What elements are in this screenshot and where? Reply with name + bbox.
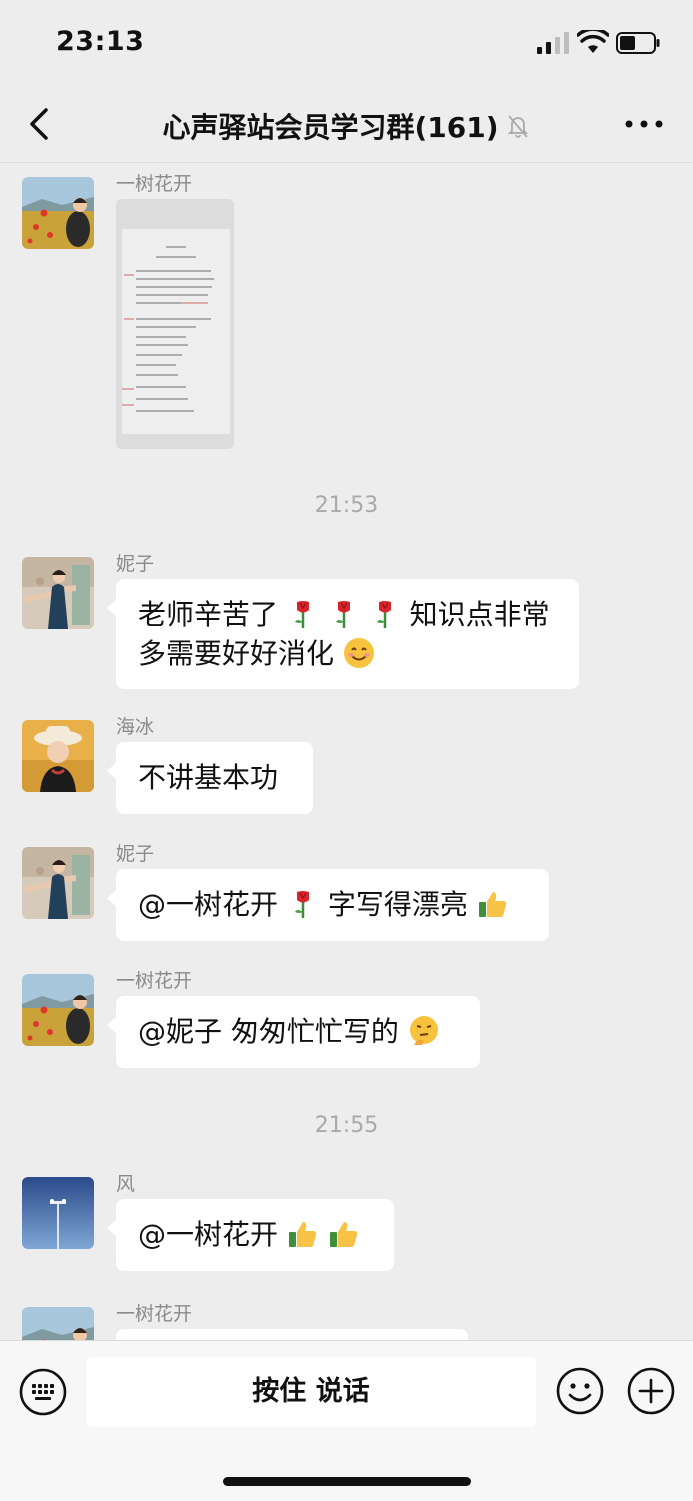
timestamp-divider: 21:53 xyxy=(314,493,379,518)
chat-title: 心声驿站会员学习群(161) xyxy=(162,111,499,144)
hold-to-talk-button[interactable]: 按住 说话 xyxy=(86,1357,536,1427)
mention-text: @一树花开 xyxy=(138,888,287,921)
chat-header: 心声驿站会员学习群(161) xyxy=(0,90,693,163)
avatar[interactable] xyxy=(22,847,94,919)
avatar[interactable] xyxy=(22,1307,94,1340)
sender-name: 海冰 xyxy=(116,716,155,738)
battery-icon xyxy=(616,32,660,54)
thumbs-up-icon xyxy=(478,892,506,917)
sender-name: 风 xyxy=(116,1173,136,1195)
plus-circle-icon[interactable] xyxy=(626,1366,676,1416)
message-text: 字写得漂亮 xyxy=(327,888,468,921)
message-bubble[interactable]: 老师辛苦了 知识点非常 多需要好好消化 xyxy=(107,579,579,689)
message-text: 知识点非常 xyxy=(409,598,550,631)
mention-text: @一树花开 xyxy=(138,1218,287,1251)
input-bar: 按住 说话 xyxy=(0,1340,693,1501)
avatar[interactable] xyxy=(22,720,94,792)
message-text: @妮子 匆匆忙忙写的 xyxy=(138,1015,399,1048)
avatar[interactable] xyxy=(22,974,94,1046)
rose-icon xyxy=(376,601,391,628)
emoji-face-icon[interactable] xyxy=(555,1366,605,1416)
smile-emoji-icon xyxy=(343,638,374,668)
flower-field-avatar-image xyxy=(22,974,94,1046)
handwritten-notes-photo xyxy=(116,199,234,449)
message-bubble[interactable] xyxy=(116,1329,468,1340)
thumbs-up-icon xyxy=(288,1222,317,1247)
home-indicator xyxy=(223,1477,471,1486)
wifi-icon xyxy=(577,30,609,53)
keyboard-icon[interactable] xyxy=(19,1368,67,1416)
message-text: 老师辛苦了 xyxy=(138,598,279,631)
message-text: 不讲基本功 xyxy=(138,761,279,794)
rose-icon xyxy=(335,601,350,628)
avatar[interactable] xyxy=(22,1177,94,1249)
status-time: 23:13 xyxy=(56,26,145,57)
dancer-avatar-image xyxy=(22,847,94,919)
dancer-avatar-image xyxy=(22,557,94,629)
sender-name: 妮子 xyxy=(116,553,155,575)
image-message[interactable] xyxy=(116,199,234,449)
message-text: 多需要好好消化 xyxy=(138,637,335,670)
avatar[interactable] xyxy=(22,557,94,629)
sender-name: 一树花开 xyxy=(116,173,193,195)
message-bubble[interactable]: 不讲基本功 xyxy=(107,742,313,814)
sender-name: 妮子 xyxy=(116,843,155,865)
mute-bell-icon xyxy=(507,115,528,138)
flower-field-avatar-image xyxy=(22,177,94,249)
rose-icon xyxy=(294,891,309,918)
cellular-signal-icon xyxy=(537,32,569,54)
chat-message-list[interactable]: 一树花开 21:53 妮子 老师辛苦了 知识点非常 多需要好好消化 海冰 不讲基… xyxy=(0,163,693,1340)
more-dots-icon[interactable] xyxy=(622,110,666,138)
sender-name: 一树花开 xyxy=(116,970,193,992)
timestamp-divider: 21:55 xyxy=(314,1113,379,1138)
flower-field-avatar-image xyxy=(22,1307,94,1340)
status-bar: 23:13 xyxy=(0,0,693,90)
message-bubble[interactable]: @妮子 匆匆忙忙写的 xyxy=(107,996,480,1068)
sender-name: 一树花开 xyxy=(116,1303,193,1325)
thumbs-up-icon xyxy=(329,1222,358,1247)
rose-icon xyxy=(294,601,309,628)
avatar[interactable] xyxy=(22,177,94,249)
portrait-avatar-image xyxy=(22,720,94,792)
chat-title-container: 心声驿站会员学习群(161) xyxy=(0,106,693,146)
message-bubble[interactable]: @一树花开 字写得漂亮 xyxy=(107,869,549,941)
message-bubble[interactable]: @一树花开 xyxy=(107,1199,394,1271)
sky-lamp-avatar-image xyxy=(22,1177,94,1249)
thinking-emoji-icon xyxy=(409,1016,438,1045)
